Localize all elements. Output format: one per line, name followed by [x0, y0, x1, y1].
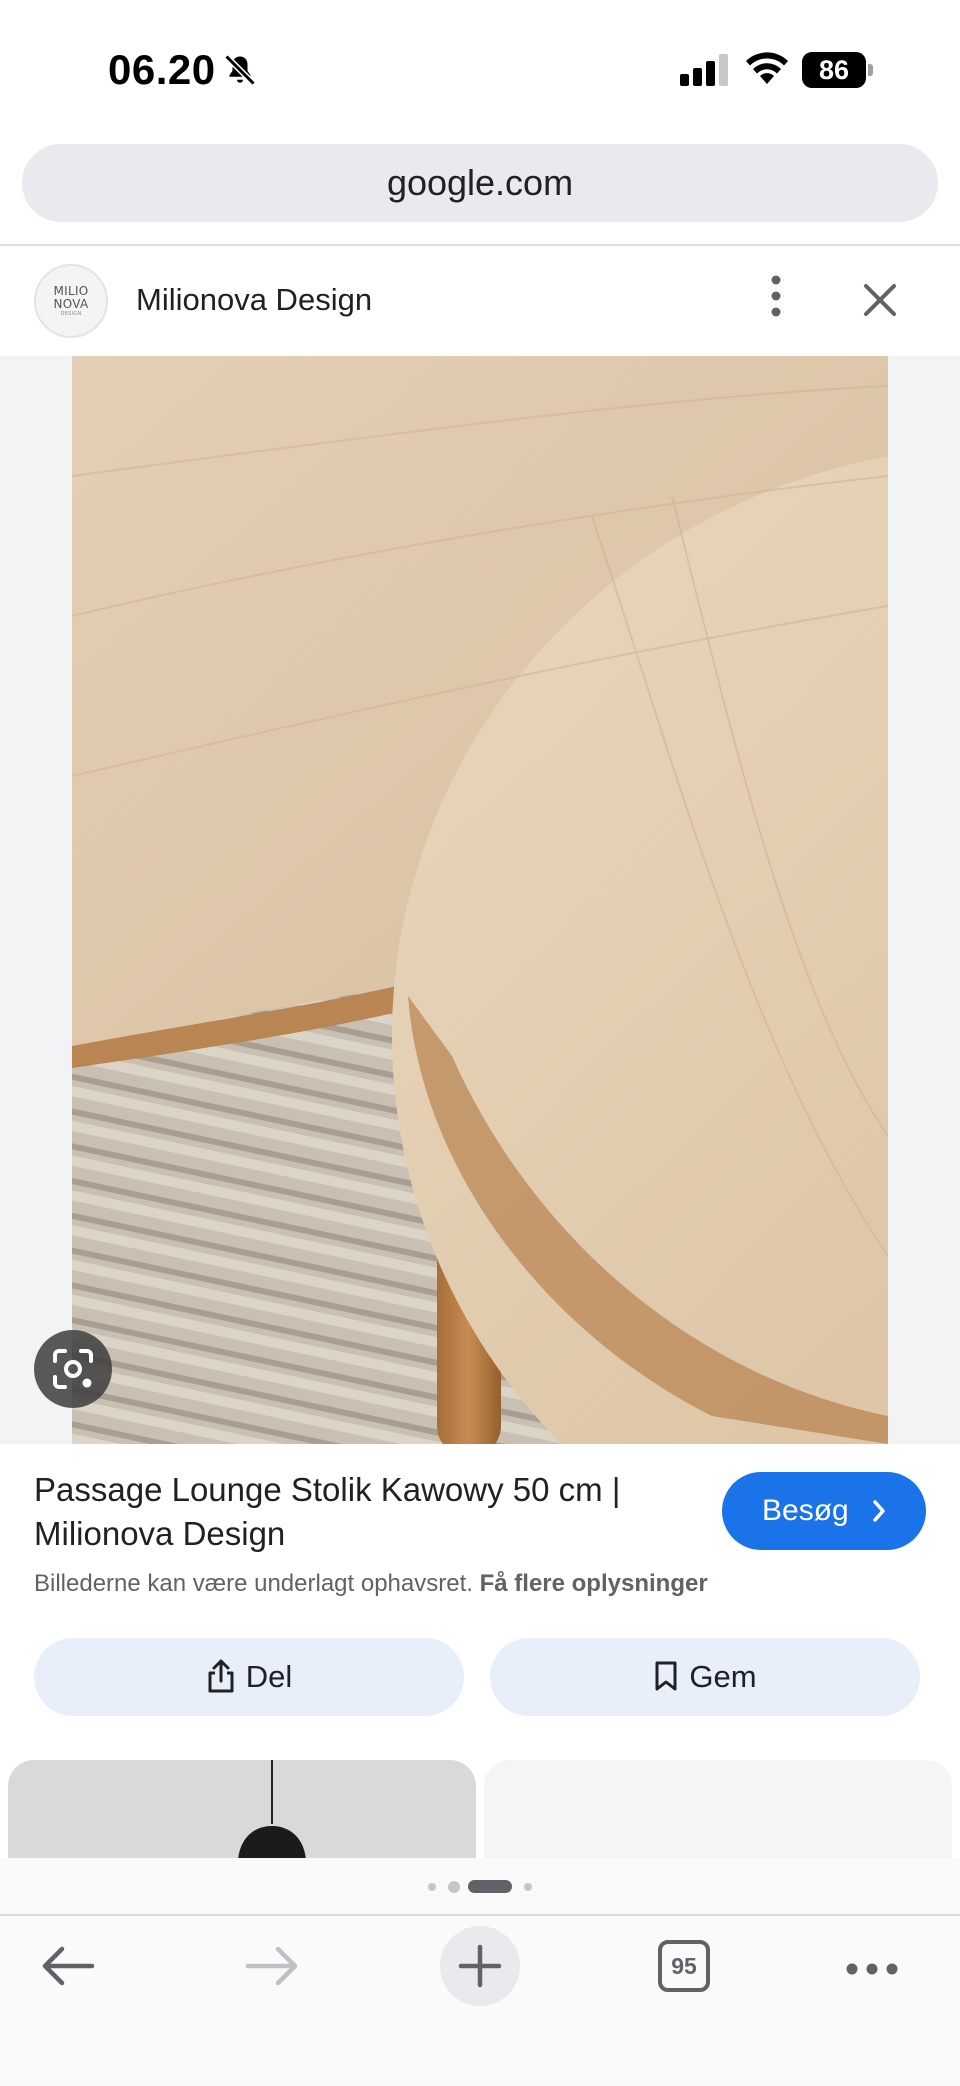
url-bar[interactable]: google.com — [22, 144, 938, 222]
battery-tip — [868, 64, 873, 76]
source-logo[interactable]: MILIO NOVA DESIGN — [34, 264, 108, 338]
battery-indicator: 86 — [802, 52, 874, 88]
new-tab-button[interactable] — [440, 1926, 520, 2006]
page-dot — [428, 1883, 436, 1891]
more-vertical-icon[interactable] — [756, 272, 796, 320]
plus-icon — [458, 1944, 502, 1988]
share-icon — [208, 1659, 234, 1693]
product-photo[interactable] — [72, 356, 888, 1444]
logo-line-3: DESIGN — [60, 311, 82, 317]
page-indicator — [428, 1880, 538, 1894]
share-button[interactable]: Del — [34, 1638, 464, 1716]
bell-muted-icon — [224, 54, 256, 86]
result-title[interactable]: Passage Lounge Stolik Kawowy 50 cm | Mil… — [34, 1468, 694, 1556]
save-button[interactable]: Gem — [490, 1638, 920, 1716]
more-info-link[interactable]: Få flere oplysninger — [480, 1570, 708, 1597]
source-name[interactable]: Milionova Design — [136, 282, 372, 318]
page-dot — [524, 1883, 532, 1891]
related-image-thumbnail[interactable] — [8, 1760, 476, 1860]
back-arrow-icon[interactable] — [40, 1944, 96, 1988]
status-time: 06.20 — [108, 46, 216, 93]
close-icon[interactable] — [858, 278, 902, 322]
lens-button[interactable] — [34, 1330, 112, 1408]
source-header: MILIO NOVA DESIGN Milionova Design — [0, 246, 960, 356]
image-preview-area — [0, 356, 960, 1444]
copyright-notice: Billederne kan være underlagt ophavsret.… — [34, 1570, 708, 1598]
related-image-thumbnail[interactable] — [484, 1760, 952, 1860]
tab-switcher-button[interactable]: 95 — [658, 1940, 710, 1992]
page-dot-active — [468, 1880, 512, 1893]
save-label: Gem — [689, 1659, 757, 1694]
wifi-icon — [746, 52, 788, 84]
status-bar: 06.20 86 — [0, 0, 960, 140]
browser-toolbar: 95 — [0, 1914, 960, 2086]
signal-icon — [680, 54, 728, 86]
page-dot — [448, 1881, 460, 1893]
more-horizontal-icon[interactable] — [846, 1962, 898, 1976]
logo-line-2: NOVA — [53, 297, 89, 311]
bookmark-icon — [655, 1661, 677, 1691]
visit-button[interactable]: Besøg — [722, 1472, 926, 1550]
forward-arrow-icon[interactable] — [244, 1944, 300, 1988]
lens-icon — [53, 1349, 93, 1389]
battery-level: 86 — [802, 52, 866, 88]
copyright-text: Billederne kan være underlagt ophavsret. — [34, 1570, 473, 1597]
chevron-right-icon — [873, 1500, 885, 1522]
visit-button-label: Besøg — [762, 1494, 849, 1527]
share-label: Del — [245, 1659, 293, 1694]
